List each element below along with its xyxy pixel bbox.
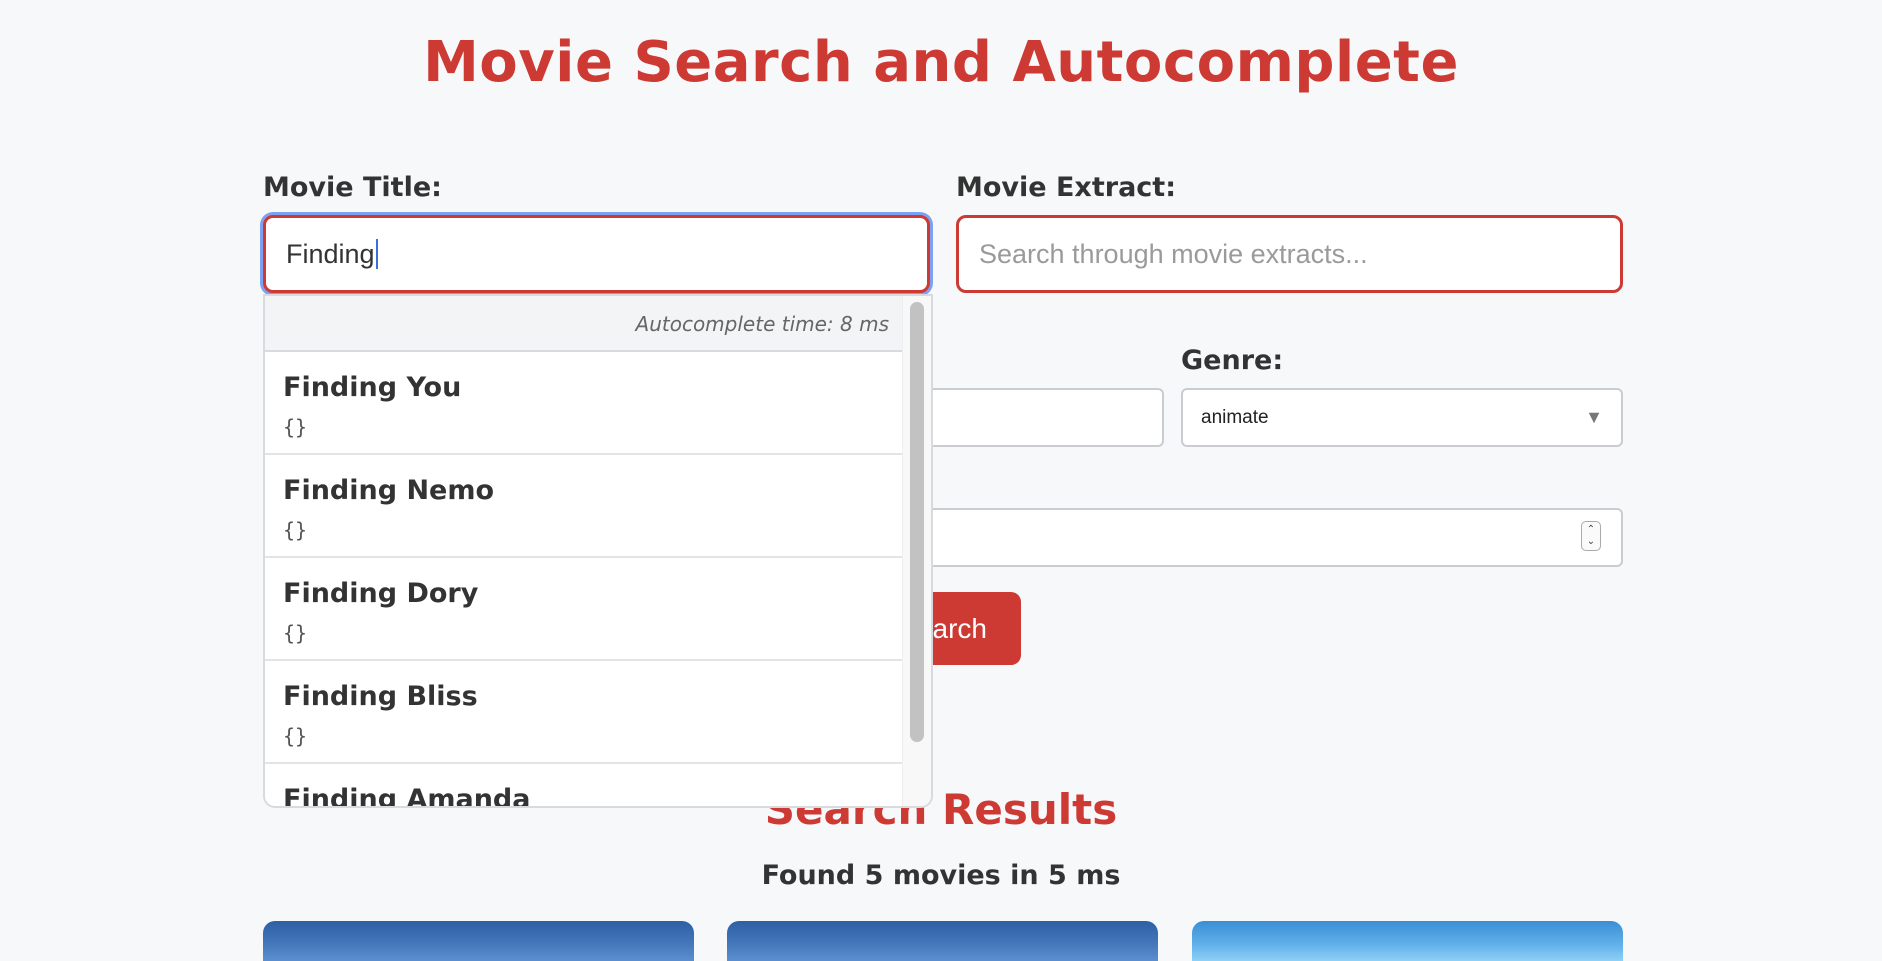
movie-title-label: Movie Title: bbox=[263, 172, 442, 203]
movie-card[interactable] bbox=[263, 921, 694, 961]
dropdown-scrollbar[interactable] bbox=[902, 296, 931, 806]
autocomplete-item[interactable]: Finding Nemo {} bbox=[265, 455, 905, 558]
movie-card[interactable] bbox=[727, 921, 1158, 961]
autocomplete-time: Autocomplete time: 8 ms bbox=[265, 296, 905, 352]
movie-title-value: Finding bbox=[286, 238, 375, 269]
genre-label: Genre: bbox=[1181, 345, 1284, 376]
autocomplete-item-title: Finding Amanda bbox=[283, 784, 531, 808]
number-stepper[interactable]: ⌃ ⌄ bbox=[1581, 521, 1601, 551]
autocomplete-item[interactable]: Finding Bliss {} bbox=[265, 661, 905, 764]
scrollbar-thumb[interactable] bbox=[910, 302, 924, 742]
movie-extract-input[interactable]: Search through movie extracts... bbox=[956, 215, 1623, 293]
search-button-label: arch bbox=[932, 612, 987, 644]
autocomplete-item-meta: {} bbox=[283, 621, 308, 645]
stepper-down-icon[interactable]: ⌄ bbox=[1587, 536, 1595, 548]
autocomplete-item-title: Finding You bbox=[283, 372, 462, 403]
autocomplete-item-title: Finding Bliss bbox=[283, 681, 478, 712]
text-caret bbox=[375, 239, 378, 269]
movie-card[interactable] bbox=[1192, 921, 1623, 961]
movie-extract-label: Movie Extract: bbox=[956, 172, 1176, 203]
chevron-down-icon: ▼ bbox=[1585, 407, 1603, 427]
autocomplete-item[interactable]: Finding You {} bbox=[265, 352, 905, 455]
page-title: Movie Search and Autocomplete bbox=[423, 30, 1459, 95]
autocomplete-dropdown: Autocomplete time: 8 ms Finding You {} F… bbox=[263, 294, 933, 808]
results-count: Found 5 movies in 5 ms bbox=[761, 860, 1121, 891]
stepper-up-icon[interactable]: ⌃ bbox=[1587, 524, 1595, 536]
genre-select[interactable]: animate ▼ bbox=[1181, 388, 1623, 447]
movie-title-input[interactable]: Finding bbox=[263, 215, 930, 293]
autocomplete-item-meta: {} bbox=[283, 415, 308, 439]
autocomplete-item-title: Finding Nemo bbox=[283, 475, 495, 506]
autocomplete-item-meta: {} bbox=[283, 724, 308, 748]
autocomplete-item[interactable]: Finding Dory {} bbox=[265, 558, 905, 661]
autocomplete-item-meta: {} bbox=[283, 518, 308, 542]
movie-extract-placeholder: Search through movie extracts... bbox=[979, 238, 1368, 269]
autocomplete-list: Finding You {} Finding Nemo {} Finding D… bbox=[265, 352, 905, 808]
genre-selected-value: animate bbox=[1201, 406, 1269, 428]
autocomplete-item[interactable]: Finding Amanda bbox=[265, 764, 905, 808]
autocomplete-item-title: Finding Dory bbox=[283, 578, 479, 609]
